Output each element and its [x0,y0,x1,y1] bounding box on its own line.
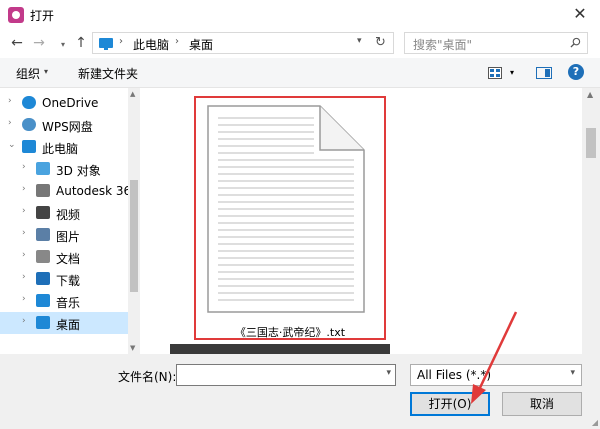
chevron-right-icon[interactable]: › [22,250,26,260]
new-folder-button[interactable]: 新建文件夹 [78,65,138,82]
sidebar-item[interactable]: › 桌面 [0,312,128,334]
view-options-icon[interactable] [488,67,502,79]
video-icon [36,206,50,219]
sidebar-item-label: 桌面 [56,318,81,332]
chevron-right-icon[interactable]: › [22,228,26,238]
scroll-thumb[interactable] [586,128,596,158]
sidebar-item-label: 图片 [56,230,81,244]
file-item[interactable]: 《三国志·武帝纪》.txt [194,96,386,340]
desktop-icon [36,316,50,329]
filename-input[interactable]: ▾ [176,364,396,386]
forward-button[interactable]: → [30,34,48,52]
text-file-icon [207,105,365,313]
autodesk-icon [36,184,50,197]
chevron-right-icon[interactable]: › [22,316,26,326]
cancel-button[interactable]: 取消 [502,392,582,416]
file-name[interactable]: 《三国志·武帝纪》.txt [196,324,384,340]
chevron-down-icon[interactable]: ⌄ [8,140,16,150]
sidebar-item-label: WPS网盘 [42,120,93,134]
chevron-right-icon[interactable]: › [8,118,12,128]
computer-icon [99,38,113,50]
download-icon [36,272,50,285]
address-bar[interactable]: › 此电脑 › 桌面 ▾ ↻ [92,32,394,54]
view-dropdown-icon[interactable]: ▾ [510,68,514,77]
toolbar: 组织 ▾ 新建文件夹 ▾ ? [0,58,600,88]
chevron-right-icon[interactable]: › [8,96,12,106]
search-box[interactable]: 搜索"桌面" [404,32,588,54]
file-type-value[interactable]: All Files (*.*) [417,368,491,382]
sidebar-item[interactable]: ⌄ 此电脑 [0,136,128,158]
scroll-down-icon[interactable]: ▼ [130,344,135,352]
filename-label: 文件名(N): [118,370,177,384]
sidebar-item-label: 3D 对象 [56,164,101,178]
sidebar-item-label: 文档 [56,252,81,266]
file-thumbnail[interactable] [170,344,390,354]
sidebar-item-label: 音乐 [56,296,81,310]
sidebar-item[interactable]: › WPS网盘 [0,114,128,136]
sidebar-item-label: 下载 [56,274,81,288]
sidebar-item-label: 视频 [56,208,81,222]
scroll-up-icon[interactable]: ▲ [587,90,593,99]
sidebar-item[interactable]: › 下载 [0,268,128,290]
scroll-thumb[interactable] [130,180,138,292]
organize-button[interactable]: 组织 [16,65,40,82]
sidebar-item[interactable]: › 音乐 [0,290,128,312]
address-dropdown-icon[interactable]: ▾ [357,36,362,46]
search-placeholder[interactable]: 搜索"桌面" [413,36,472,53]
sidebar-item-label: OneDrive [42,96,99,110]
breadcrumb-separator[interactable]: › [175,36,179,47]
computer-icon [22,140,36,153]
help-icon[interactable]: ? [568,64,584,80]
chevron-right-icon[interactable]: › [22,272,26,282]
dialog-footer: 文件名(N): ▾ All Files (*.*) ▾ 打开(O) 取消 ◢ [0,354,600,429]
resize-grip-icon[interactable]: ◢ [592,418,598,427]
open-button[interactable]: 打开(O) [410,392,490,416]
sidebar-item[interactable]: › 3D 对象 [0,158,128,180]
chevron-right-icon[interactable]: › [22,162,26,172]
file-type-dropdown-icon[interactable]: ▾ [570,368,575,378]
cloud-outline-icon [22,118,36,131]
sidebar-item[interactable]: › OneDrive [0,92,128,114]
navigation-pane: › OneDrive › WPS网盘 ⌄ 此电脑 › 3D 对象 › Autodesk 360 › 视… [0,88,142,354]
music-icon [36,294,50,307]
sidebar-scrollbar[interactable]: ▲ ▼ [128,88,140,354]
navigation-bar: ← → ▾ ↑ › 此电脑 › 桌面 ▾ ↻ 搜索"桌面" [0,30,600,56]
file-list-scrollbar[interactable]: ▲ [582,88,600,354]
sidebar-item-label: 此电脑 [42,142,79,156]
document-icon [36,250,50,263]
preview-pane-icon[interactable] [536,67,552,79]
app-icon [8,7,24,23]
sidebar-item[interactable]: › 图片 [0,224,128,246]
scroll-up-icon[interactable]: ▲ [130,90,135,98]
breadcrumb-desktop[interactable]: 桌面 [189,36,213,53]
chevron-right-icon[interactable]: › [22,294,26,304]
chevron-right-icon[interactable]: › [22,206,26,216]
window-title: 打开 [30,9,55,23]
search-icon[interactable] [570,37,581,48]
organize-dropdown-icon[interactable]: ▾ [44,67,48,76]
breadcrumb-this-pc[interactable]: 此电脑 [133,36,169,53]
back-button[interactable]: ← [8,34,26,52]
picture-icon [36,228,50,241]
cube-icon [36,162,50,175]
filename-dropdown-icon[interactable]: ▾ [386,368,391,378]
up-button[interactable]: ↑ [72,34,90,52]
sidebar-item[interactable]: › 视频 [0,202,128,224]
sidebar-item-label: Autodesk 360 [56,184,139,198]
recent-locations-button[interactable]: ▾ [54,36,72,54]
sidebar-item[interactable]: › Autodesk 360 [0,180,139,202]
title-bar: 打开 ✕ [0,0,600,30]
refresh-icon[interactable]: ↻ [375,35,386,50]
breadcrumb-separator[interactable]: › [119,36,123,47]
file-type-select[interactable]: All Files (*.*) ▾ [410,364,582,386]
close-button[interactable]: ✕ [566,2,594,26]
sidebar-item[interactable]: › 文档 [0,246,128,268]
chevron-right-icon[interactable]: › [22,184,26,194]
cloud-icon [22,96,36,109]
file-list: 《三国志·武帝纪》.txt [142,88,582,354]
